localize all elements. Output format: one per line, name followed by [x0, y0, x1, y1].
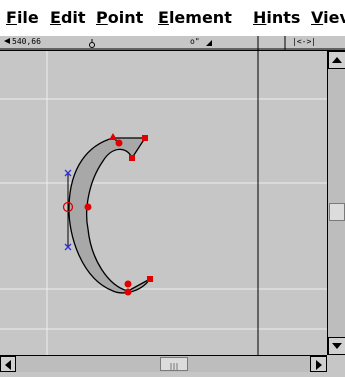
point	[147, 276, 153, 282]
coordinate-readout: 540,66	[12, 37, 41, 46]
scrollbar-corner	[327, 355, 345, 371]
vertical-scrollbar[interactable]	[327, 51, 345, 355]
width-label: |<->|	[292, 37, 317, 46]
point	[109, 133, 117, 140]
arrow-left-icon	[5, 360, 11, 370]
horizontal-scroll-thumb[interactable]	[160, 357, 188, 371]
scroll-down-button[interactable]	[328, 337, 345, 355]
ruler-arrow-icon	[4, 38, 10, 44]
grip-icon	[170, 363, 178, 371]
point	[124, 280, 132, 288]
menu-hints[interactable]: Hints	[253, 8, 300, 28]
ruler: 540,66 o" |<->|	[0, 36, 345, 51]
menubar: File Edit Point Element Hints Viev	[0, 0, 345, 36]
glyph-view[interactable]	[0, 51, 327, 355]
glyph-outline[interactable]	[68, 137, 151, 294]
scroll-up-button[interactable]	[328, 51, 345, 69]
arrow-up-icon	[332, 57, 342, 63]
point	[115, 139, 123, 147]
arrow-down-icon	[332, 343, 342, 349]
guide-lines	[0, 51, 327, 355]
point	[84, 203, 92, 211]
menu-point[interactable]: Point	[96, 8, 143, 28]
scroll-right-button[interactable]	[310, 356, 327, 372]
glyph-canvas[interactable]	[0, 51, 327, 355]
tangent-label: o"	[190, 37, 200, 46]
horizontal-scrollbar[interactable]	[0, 355, 327, 372]
point	[142, 135, 148, 141]
menu-view[interactable]: Viev	[311, 8, 345, 28]
ruler-circle-icon	[89, 39, 95, 48]
menu-edit[interactable]: Edit	[50, 8, 86, 28]
vertical-scroll-thumb[interactable]	[329, 203, 345, 221]
scroll-left-button[interactable]	[0, 356, 16, 372]
ruler-tangent-icon	[206, 40, 212, 46]
menu-file[interactable]: File	[6, 8, 39, 28]
arrow-right-icon	[316, 360, 322, 370]
point	[129, 155, 135, 161]
menu-element[interactable]: Element	[158, 8, 232, 28]
point	[124, 288, 132, 296]
